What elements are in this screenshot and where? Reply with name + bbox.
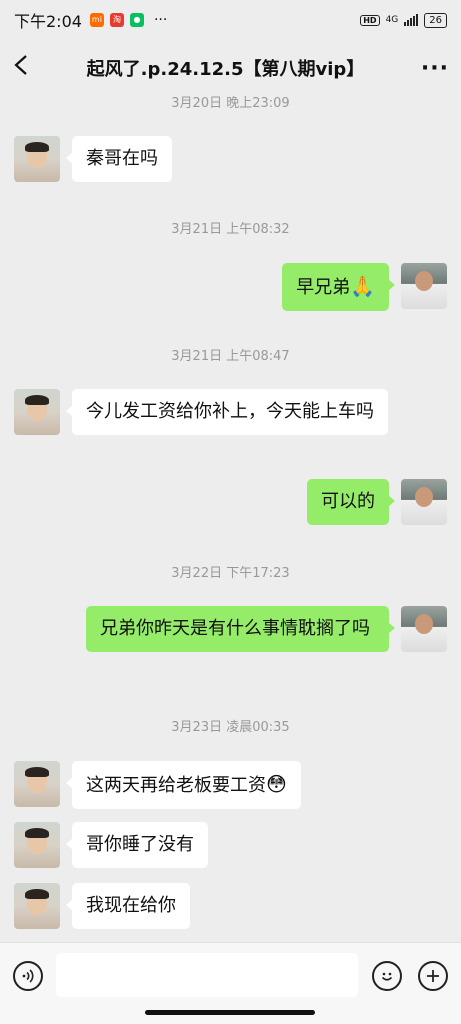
timestamp: 3月21日 上午08:47: [171, 349, 290, 364]
message-text: 这两天再给老板要工资: [86, 775, 266, 796]
my-avatar[interactable]: [401, 606, 447, 652]
emoji-icon: [381, 972, 393, 981]
more-options-button[interactable]: ···: [409, 56, 449, 81]
chevron-left-icon: [14, 55, 27, 75]
plus-icon: [427, 970, 439, 982]
message-bubble-outgoing[interactable]: 可以的: [307, 479, 395, 525]
status-bar: 下午2:04 mi 淘 ● ··· HD 4G 26: [0, 0, 461, 40]
plus-button[interactable]: [418, 961, 448, 991]
voice-button[interactable]: [13, 961, 43, 991]
wechat-app-icon: ●: [129, 13, 144, 27]
contact-avatar[interactable]: [14, 136, 60, 182]
message-bubble-incoming[interactable]: 我现在给你: [66, 883, 190, 929]
back-button[interactable]: [12, 53, 42, 83]
chat-title: 起风了.p.24.12.5【第八期vip】: [86, 59, 365, 80]
voice-icon: [22, 969, 34, 983]
contact-avatar[interactable]: [14, 822, 60, 868]
message-bubble-incoming[interactable]: 秦哥在吗: [66, 136, 172, 182]
pray-emoji-icon: 🙏: [350, 274, 375, 298]
message-bubble-outgoing[interactable]: 兄弟你昨天是有什么事情耽搁了吗: [86, 606, 395, 652]
status-more-icon: ···: [153, 12, 168, 28]
message-text: 兄弟你昨天是有什么事情耽搁了吗: [100, 618, 370, 639]
message-bubble-incoming[interactable]: 这两天再给老板要工资😳: [66, 761, 301, 809]
timestamp: 3月22日 下午17:23: [171, 566, 290, 581]
timestamp: 3月21日 上午08:32: [171, 222, 290, 237]
message-input[interactable]: [56, 953, 358, 997]
hd-icon: HD: [360, 14, 380, 26]
message-text: 哥你睡了没有: [86, 834, 194, 855]
message-text: 可以的: [321, 491, 375, 512]
status-time: 下午2:04: [14, 12, 82, 31]
flushed-emoji-icon: 😳: [266, 772, 287, 796]
status-indicators: HD 4G 26: [360, 12, 447, 28]
chat-header: 起风了.p.24.12.5【第八期vip】 ···: [0, 40, 461, 96]
network-type: 4G: [385, 15, 399, 25]
contact-avatar[interactable]: [14, 389, 60, 435]
emoji-button[interactable]: [372, 961, 402, 991]
message-bubble-incoming[interactable]: 哥你睡了没有: [66, 822, 208, 868]
taobao-app-icon: 淘: [109, 13, 124, 27]
battery-icon: 26: [424, 12, 447, 28]
message-text: 秦哥在吗: [86, 148, 158, 169]
mi-app-icon: mi: [89, 13, 104, 27]
home-indicator[interactable]: [145, 1010, 315, 1015]
message-bubble-incoming[interactable]: 今儿发工资给你补上，今天能上车吗: [66, 389, 388, 435]
contact-avatar[interactable]: [14, 761, 60, 807]
my-avatar[interactable]: [401, 263, 447, 309]
timestamp: 3月20日 晚上23:09: [171, 96, 290, 111]
signal-icon: [404, 14, 419, 26]
contact-avatar[interactable]: [14, 883, 60, 929]
message-text: 今儿发工资给你补上，今天能上车吗: [86, 401, 374, 422]
my-avatar[interactable]: [401, 479, 447, 525]
timestamp: 3月23日 凌晨00:35: [171, 720, 290, 735]
message-text: 我现在给你: [86, 895, 176, 916]
message-bubble-outgoing[interactable]: 早兄弟🙏: [282, 263, 395, 311]
message-text: 早兄弟: [296, 277, 351, 298]
